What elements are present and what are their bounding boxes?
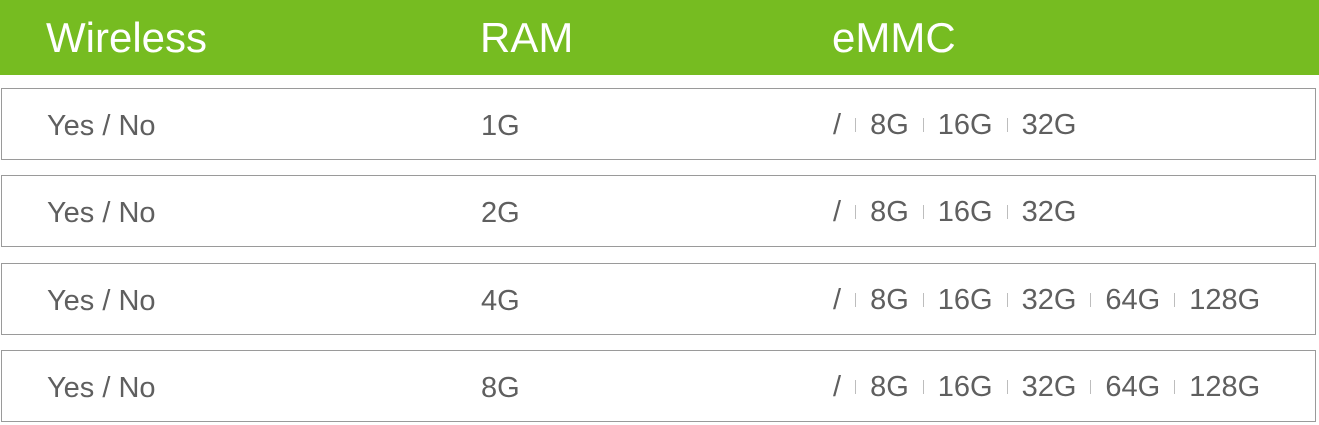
emmc-option: /	[833, 284, 842, 316]
wireless-cell: Yes / No	[47, 110, 156, 142]
option-separator	[1174, 380, 1176, 394]
ram-cell: 1G	[481, 110, 520, 142]
emmc-option: 8G	[870, 284, 909, 316]
emmc-cell: / 8G 16G 32G 64G 128G	[833, 264, 1260, 336]
emmc-option: 16G	[937, 371, 993, 403]
option-separator	[855, 380, 857, 394]
wireless-cell: Yes / No	[47, 285, 156, 317]
emmc-option: 32G	[1021, 109, 1077, 141]
option-separator	[855, 293, 857, 307]
option-separator	[1006, 118, 1008, 132]
emmc-option: 128G	[1189, 371, 1261, 403]
wireless-cell: Yes / No	[47, 372, 156, 404]
emmc-option: 32G	[1021, 371, 1077, 403]
emmc-option: /	[833, 109, 842, 141]
table-row: Yes / No 2G / 8G 16G 32G	[1, 175, 1316, 247]
option-separator	[922, 380, 924, 394]
option-separator	[1090, 293, 1092, 307]
table-row: Yes / No 4G / 8G 16G 32G 64G 128G	[1, 263, 1316, 335]
header-wireless: Wireless	[46, 14, 208, 61]
header-ram: RAM	[480, 14, 574, 61]
emmc-option: 32G	[1021, 196, 1077, 228]
emmc-option: 16G	[937, 196, 993, 228]
table-row: Yes / No 8G / 8G 16G 32G 64G 128G	[1, 350, 1316, 422]
option-separator	[1006, 380, 1008, 394]
emmc-option: /	[833, 371, 842, 403]
option-separator	[1174, 293, 1176, 307]
option-separator	[1006, 205, 1008, 219]
table-header: Wireless RAM eMMC	[0, 0, 1319, 75]
emmc-option: 8G	[870, 196, 909, 228]
option-separator	[1090, 380, 1092, 394]
emmc-option: 128G	[1189, 284, 1261, 316]
emmc-option: /	[833, 196, 842, 228]
header-emmc: eMMC	[832, 14, 956, 61]
option-separator	[1006, 293, 1008, 307]
option-separator	[922, 293, 924, 307]
option-separator	[855, 205, 857, 219]
ram-cell: 2G	[481, 197, 520, 229]
emmc-cell: / 8G 16G 32G	[833, 176, 1076, 248]
table-row: Yes / No 1G / 8G 16G 32G	[1, 88, 1316, 160]
option-separator	[855, 118, 857, 132]
ram-cell: 8G	[481, 372, 520, 404]
emmc-option: 8G	[870, 109, 909, 141]
emmc-option: 64G	[1105, 371, 1161, 403]
option-separator	[922, 118, 924, 132]
ram-cell: 4G	[481, 285, 520, 317]
emmc-option: 16G	[937, 109, 993, 141]
emmc-option: 64G	[1105, 284, 1161, 316]
emmc-cell: / 8G 16G 32G 64G 128G	[833, 351, 1260, 423]
wireless-cell: Yes / No	[47, 197, 156, 229]
option-separator	[922, 205, 924, 219]
emmc-cell: / 8G 16G 32G	[833, 89, 1076, 161]
emmc-option: 8G	[870, 371, 909, 403]
emmc-option: 16G	[937, 284, 993, 316]
emmc-option: 32G	[1021, 284, 1077, 316]
